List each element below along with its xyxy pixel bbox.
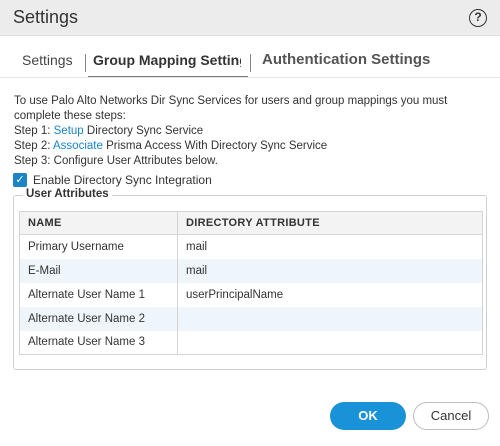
row-attribute-cell[interactable]: mail [177, 258, 483, 283]
row-name-cell: Alternate User Name 2 [19, 306, 178, 331]
dialog-titlebar: Settings ? [0, 0, 500, 36]
tab-bar: Settings Group Mapping Settings Authenti… [0, 44, 500, 78]
tab-separator [250, 54, 251, 72]
table-row[interactable]: Alternate User Name 1 userPrincipalName [19, 282, 483, 307]
ok-button[interactable]: OK [330, 402, 406, 430]
step-2-suffix: Prisma Access With Directory Sync Servic… [102, 140, 328, 152]
row-attribute-cell[interactable] [177, 306, 483, 331]
table-row[interactable]: E-Mail mail [19, 258, 483, 283]
checkmark-icon: ✓ [15, 174, 25, 186]
row-name-cell: E-Mail [19, 258, 178, 283]
tab-group-mapping-settings[interactable]: Group Mapping Settings [93, 52, 241, 68]
tab-divider [0, 77, 500, 78]
dialog-title: Settings [13, 7, 79, 27]
step-2-prefix: Step 2: [14, 140, 54, 152]
table-header-row: NAME DIRECTORY ATTRIBUTE [19, 211, 483, 235]
step-1-prefix: Step 1: [14, 125, 54, 137]
column-header-directory-attribute[interactable]: DIRECTORY ATTRIBUTE [177, 211, 483, 235]
column-header-name[interactable]: NAME [19, 211, 178, 235]
enable-dir-sync-label[interactable]: Enable Directory Sync Integration [33, 173, 212, 187]
row-attribute-cell[interactable]: userPrincipalName [178, 283, 483, 307]
user-attributes-fieldset: User Attributes NAME DIRECTORY ATTRIBUTE… [13, 188, 487, 370]
instructions-intro: To use Palo Alto Networks Dir Sync Servi… [14, 95, 448, 122]
row-attribute-cell[interactable] [178, 331, 483, 355]
instructions-step-1: Step 1: Setup Directory Sync Service [14, 124, 490, 139]
tab-authentication-settings[interactable]: Authentication Settings [262, 51, 430, 68]
row-name-cell: Alternate User Name 1 [19, 282, 178, 307]
table-row[interactable]: Primary Username mail [19, 234, 483, 259]
instructions-step-3: Step 3: Configure User Attributes below. [14, 155, 218, 167]
row-name-cell: Alternate User Name 3 [19, 330, 178, 355]
associate-link[interactable]: Associate [53, 140, 103, 152]
step-1-suffix: Directory Sync Service [83, 125, 204, 137]
user-attributes-legend: User Attributes [23, 188, 112, 200]
cancel-button[interactable]: Cancel [413, 402, 489, 430]
table-row[interactable]: Alternate User Name 3 [19, 330, 483, 355]
tab-separator [85, 54, 86, 72]
instructions: To use Palo Alto Networks Dir Sync Servi… [14, 94, 490, 169]
setup-link[interactable]: Setup [54, 125, 84, 137]
enable-dir-sync-checkbox[interactable]: ✓ [13, 173, 27, 187]
user-attributes-table: NAME DIRECTORY ATTRIBUTE Primary Usernam… [19, 211, 483, 355]
row-attribute-cell[interactable]: mail [178, 235, 483, 259]
tab-settings[interactable]: Settings [22, 52, 73, 68]
help-icon[interactable]: ? [469, 9, 487, 27]
instructions-step-2: Step 2: Associate Prisma Access With Dir… [14, 139, 490, 154]
row-name-cell: Primary Username [19, 234, 178, 259]
table-row[interactable]: Alternate User Name 2 [19, 306, 483, 331]
